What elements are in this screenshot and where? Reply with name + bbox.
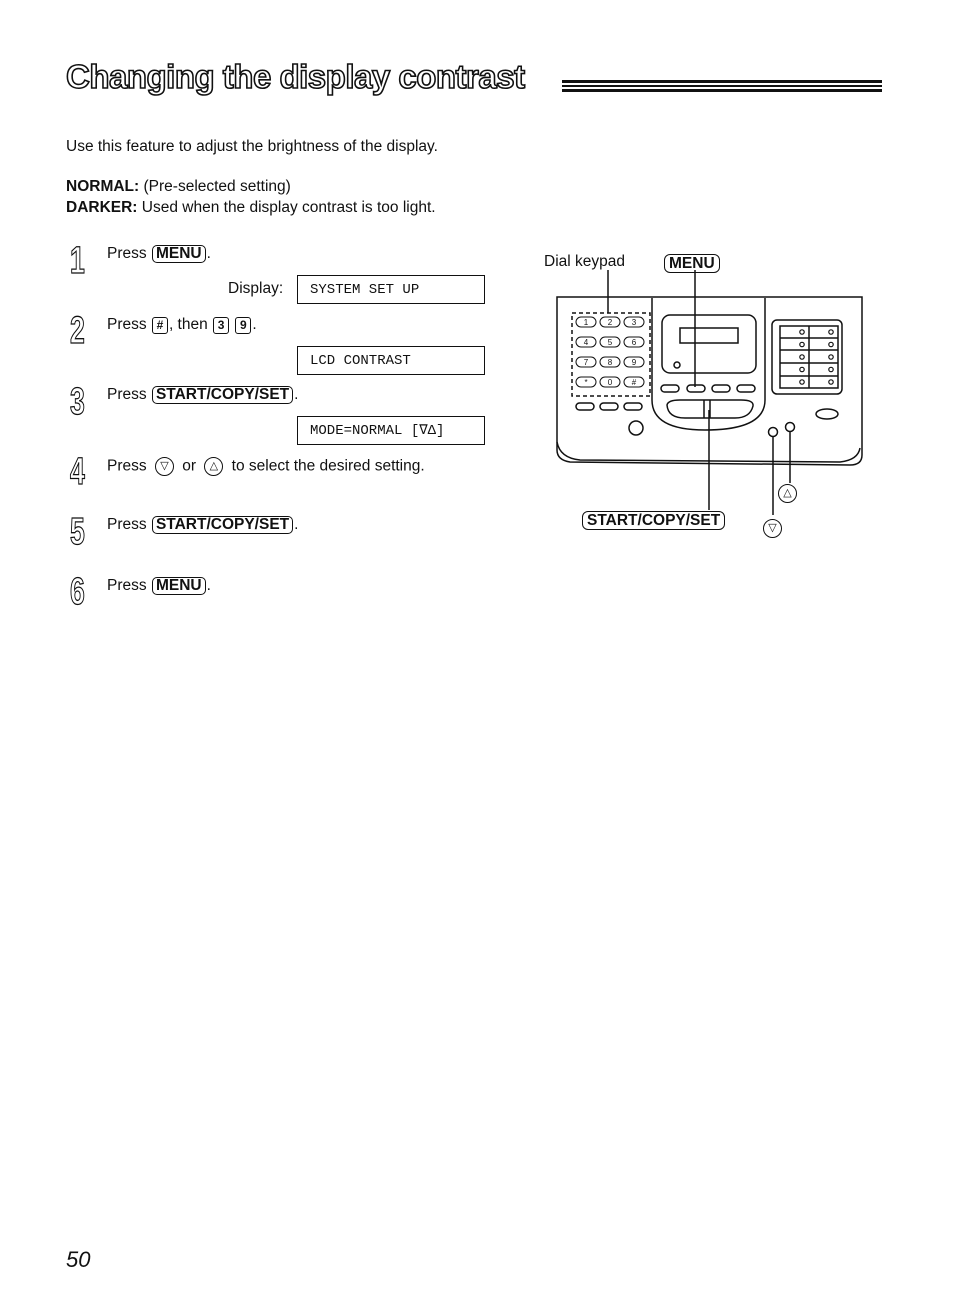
definition-darker: DARKER: Used when the display contrast i… xyxy=(66,199,436,217)
keypad-key-label: 3 xyxy=(632,318,637,327)
keypad-keys: 1 2 3 4 5 6 7 8 9 * 0 # xyxy=(575,316,645,388)
step-rest: to select the desired setting. xyxy=(231,457,425,475)
definition-term: NORMAL: xyxy=(66,178,140,195)
step-number: 1 xyxy=(70,240,86,282)
one-touch-dot xyxy=(828,341,834,348)
one-touch-panel xyxy=(771,319,843,395)
keypad-key-label: 6 xyxy=(632,338,637,347)
down-button xyxy=(767,426,779,438)
one-touch-dot xyxy=(799,366,805,373)
digit-key-9: 9 xyxy=(235,317,252,334)
step-5-text: Press START/COPY/SET. xyxy=(107,516,298,534)
step-verb: Press xyxy=(107,577,147,594)
step-punct: . xyxy=(294,516,299,533)
digit-key-3: 3 xyxy=(213,317,230,334)
display-label: Display: xyxy=(228,280,284,297)
step-1-text: Press MENU. xyxy=(107,245,211,263)
down-arrow-icon: ▽ xyxy=(154,457,174,476)
keypad-key-label: 1 xyxy=(584,318,589,327)
lcd-button xyxy=(673,361,681,369)
definition-desc: Used when the display contrast is too li… xyxy=(141,199,436,216)
step-number: 2 xyxy=(70,310,86,352)
step-3-text: Press START/COPY/SET. xyxy=(107,386,298,404)
step-punct: . xyxy=(294,386,299,403)
step-verb: Press xyxy=(107,245,147,262)
keypad-key-label: 9 xyxy=(632,358,637,367)
definition-desc: (Pre-selected setting) xyxy=(143,178,291,195)
start-copy-set-key: START/COPY/SET xyxy=(151,386,294,404)
page-title: Changing the display contrast xyxy=(65,57,526,96)
step-6-text: Press MENU. xyxy=(107,577,211,595)
one-touch-dot xyxy=(828,329,834,335)
down-arrow-icon: ▽ xyxy=(763,519,782,538)
keypad-key-label: * xyxy=(584,378,587,387)
step-2-text: Press #, then 3 9. xyxy=(107,316,257,334)
title-rule xyxy=(562,80,882,92)
menu-button xyxy=(686,384,706,393)
keypad-key-label: 4 xyxy=(584,338,589,347)
keypad-key-label: 5 xyxy=(608,338,613,347)
keypad-key-label: 8 xyxy=(608,358,613,367)
lcd-screen xyxy=(679,327,739,344)
step-punct: . xyxy=(206,245,211,262)
step-4-text: Press ▽ or △ to select the desired setti… xyxy=(107,457,425,476)
step-number: 6 xyxy=(70,571,86,613)
one-touch-dot xyxy=(828,366,834,373)
definition-normal: NORMAL: (Pre-selected setting) xyxy=(66,178,291,196)
keypad-key-label: # xyxy=(632,378,637,387)
func-button xyxy=(660,384,680,393)
step-verb: Press xyxy=(107,457,147,475)
lcd-housing xyxy=(661,314,757,374)
menu-key: MENU xyxy=(151,577,206,595)
keypad-key-label: 7 xyxy=(584,358,589,367)
step-connector: or xyxy=(182,457,197,475)
func-button xyxy=(736,384,756,393)
func-button xyxy=(711,384,731,393)
step-punct: . xyxy=(252,316,257,333)
step-number: 5 xyxy=(70,511,86,553)
fax-machine-diagram: 1 2 3 4 5 6 7 8 9 * 0 # xyxy=(556,270,863,515)
up-arrow-icon: △ xyxy=(204,457,224,476)
lcd-display: SYSTEM SET UP xyxy=(297,275,485,304)
menu-key: MENU xyxy=(151,245,206,263)
lcd-display: MODE=NORMAL [∇Δ] xyxy=(297,416,485,445)
one-touch-dot xyxy=(828,379,834,385)
lcd-display: LCD CONTRAST xyxy=(297,346,485,375)
one-touch-dot xyxy=(828,354,834,360)
definition-term: DARKER: xyxy=(66,199,138,216)
dial-keypad-label: Dial keypad xyxy=(544,253,625,270)
page-number: 50 xyxy=(66,1247,91,1272)
up-arrow-icon: △ xyxy=(778,484,797,503)
up-button xyxy=(784,421,796,433)
dial-knob xyxy=(628,420,644,436)
step-verb: Press xyxy=(107,316,147,333)
oval-button xyxy=(815,408,839,420)
hash-key: # xyxy=(151,317,168,334)
intro-text: Use this feature to adjust the brightnes… xyxy=(66,138,438,155)
one-touch-dot xyxy=(799,354,805,360)
keypad-key-label: 0 xyxy=(608,378,613,387)
step-number: 4 xyxy=(70,451,86,493)
step-punct: . xyxy=(206,577,211,594)
step-number: 3 xyxy=(70,381,86,423)
step-connector: , then xyxy=(168,316,208,333)
step-verb: Press xyxy=(107,386,147,403)
start-copy-set-key: START/COPY/SET xyxy=(151,516,294,534)
keypad-key-label: 2 xyxy=(608,318,613,327)
one-touch-dot xyxy=(799,341,805,348)
one-touch-dot xyxy=(799,329,805,335)
one-touch-dot xyxy=(799,379,805,385)
step-verb: Press xyxy=(107,516,147,533)
